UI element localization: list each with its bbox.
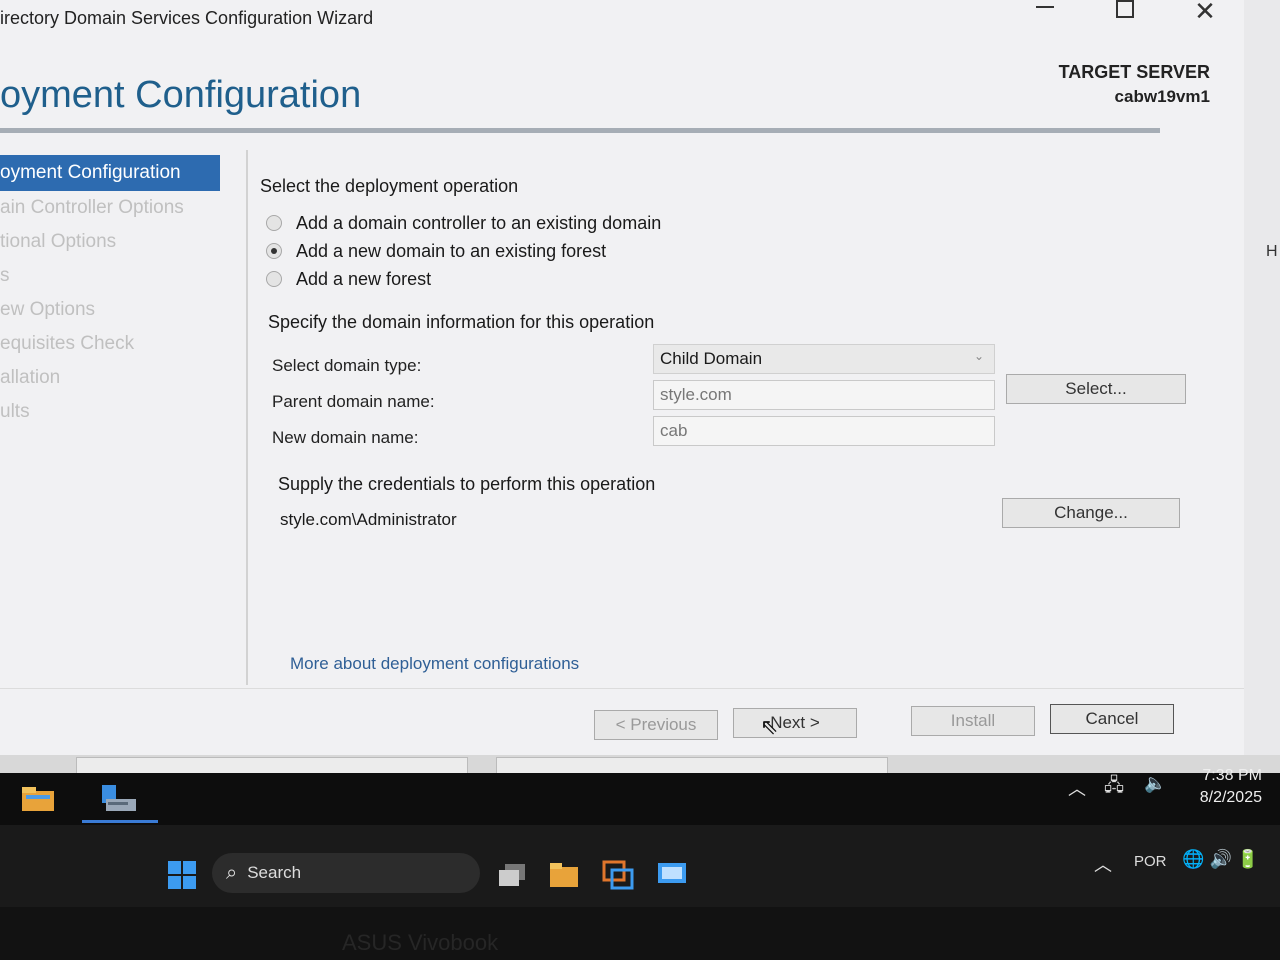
previous-button[interactable]: < Previous <box>594 710 718 740</box>
chevron-up-icon[interactable]: ︿ <box>1094 851 1112 877</box>
radio-label: Add a new forest <box>296 268 432 289</box>
domain-type-select[interactable]: Child Domain ⌄ <box>653 344 995 374</box>
maximize-button[interactable] <box>1100 0 1150 30</box>
file-explorer-icon[interactable] <box>18 781 58 817</box>
next-button[interactable]: Next > <box>733 708 857 738</box>
domain-info-heading: Specify the domain information for this … <box>268 312 655 332</box>
host-overflow-strip <box>0 825 1280 847</box>
header-divider <box>0 128 1160 133</box>
domain-type-value: Child Domain <box>660 349 763 368</box>
search-label: Search <box>247 863 302 882</box>
footer-divider <box>0 688 1244 689</box>
operation-heading: Select the deployment operation <box>260 176 519 196</box>
vm-taskbar: ︿ 🖧 🔈 7:38 PM 8/2/2025 <box>0 767 1280 825</box>
volume-muted-icon[interactable]: 🔈 <box>1144 773 1166 794</box>
nav-item-additional-options: tional Options <box>0 231 117 252</box>
new-domain-label: New domain name: <box>272 428 419 447</box>
task-view-icon[interactable] <box>494 857 530 893</box>
more-about-deployment-link[interactable]: More about deployment configurations <box>290 654 579 674</box>
inner-window-strip <box>0 755 1280 775</box>
install-button[interactable]: Install <box>911 706 1035 736</box>
nav-item-installation: allation <box>0 367 61 388</box>
search-icon: ⌕ <box>226 861 238 884</box>
file-explorer-icon[interactable] <box>546 857 582 893</box>
radio-add-new-forest[interactable]: Add a new forest <box>266 266 431 292</box>
radio-add-domain-existing-forest[interactable]: Add a new domain to an existing forest <box>266 238 606 264</box>
close-button[interactable]: ✕ <box>1180 0 1230 30</box>
battery-icon[interactable]: 🔋 <box>1237 849 1259 869</box>
target-server-name: cabw19vm1 <box>1114 87 1210 106</box>
mouse-cursor-icon: ⇖ <box>760 714 779 739</box>
radio-add-dc-existing-domain[interactable]: Add a domain controller to an existing d… <box>266 210 661 236</box>
radio-label: Add a domain controller to an existing d… <box>296 212 662 233</box>
server-manager-icon[interactable] <box>98 781 138 817</box>
clock-time[interactable]: 7:38 PM <box>1202 767 1262 785</box>
radio-label: Add a new domain to an existing forest <box>296 240 607 261</box>
nav-item-results: ults <box>0 401 30 422</box>
chevron-down-icon: ⌄ <box>973 349 984 363</box>
nav-item-prerequisites-check: equisites Check <box>0 333 135 354</box>
active-app-indicator <box>82 820 158 823</box>
close-icon: ✕ <box>1194 0 1216 26</box>
search-box[interactable]: ⌕ Search <box>212 853 480 893</box>
target-server-label: TARGET SERVER <box>1058 62 1210 82</box>
host-tray-icons: 🌐 🔊 🔋 <box>1182 849 1259 870</box>
cancel-button[interactable]: Cancel <box>1050 704 1174 734</box>
chevron-up-icon[interactable]: ︿ <box>1068 775 1086 801</box>
side-letter: H <box>1266 243 1278 260</box>
radio-button-selected[interactable] <box>266 243 282 259</box>
credentials-heading: Supply the credentials to perform this o… <box>278 474 656 494</box>
host-taskbar: ⌕ Search ︿ POR 🌐 🔊 🔋 <box>0 847 1280 907</box>
nav-divider <box>246 150 248 685</box>
globe-icon[interactable]: 🌐 <box>1182 849 1204 869</box>
language-indicator[interactable]: POR <box>1134 853 1167 870</box>
change-credentials-button[interactable]: Change... <box>1002 498 1180 528</box>
nav-item-paths: s <box>0 265 10 286</box>
volume-icon[interactable]: 🔊 <box>1209 849 1231 869</box>
wizard-window: irectory Domain Services Configuration W… <box>0 0 1244 760</box>
title-bar: irectory Domain Services Configuration W… <box>0 0 1244 40</box>
radio-button[interactable] <box>266 215 282 231</box>
vm-connection-icon[interactable] <box>654 857 690 893</box>
wizard-nav: oyment Configuration ain Controller Opti… <box>0 155 225 429</box>
background-window-edge: H <box>1244 0 1280 760</box>
laptop-brand: ASUS Vivobook <box>342 930 499 955</box>
main-panel: Select the deployment operation Add a do… <box>260 170 1220 690</box>
remote-desktop-icon[interactable] <box>600 857 636 893</box>
maximize-icon <box>1116 0 1134 18</box>
select-button[interactable]: Select... <box>1006 374 1186 404</box>
clock-date[interactable]: 8/2/2025 <box>1200 789 1262 807</box>
parent-domain-input[interactable]: style.com <box>653 380 995 410</box>
parent-domain-label: Parent domain name: <box>272 392 435 411</box>
nav-item-domain-controller-options: ain Controller Options <box>0 197 184 218</box>
radio-button[interactable] <box>266 271 282 287</box>
windows-start-icon[interactable] <box>164 857 200 893</box>
credential-user: style.com\Administrator <box>280 510 457 529</box>
minimize-button[interactable] <box>1020 0 1070 30</box>
window-title: irectory Domain Services Configuration W… <box>0 8 374 28</box>
page-title: oyment Configuration <box>0 74 362 116</box>
domain-type-label: Select domain type: <box>272 356 422 375</box>
new-domain-input[interactable]: cab <box>653 416 995 446</box>
network-icon[interactable]: 🖧 <box>1104 773 1124 803</box>
nav-item-review-options: ew Options <box>0 299 96 320</box>
minimize-icon <box>1036 6 1054 8</box>
nav-item-deployment-configuration[interactable]: oyment Configuration <box>0 155 220 191</box>
